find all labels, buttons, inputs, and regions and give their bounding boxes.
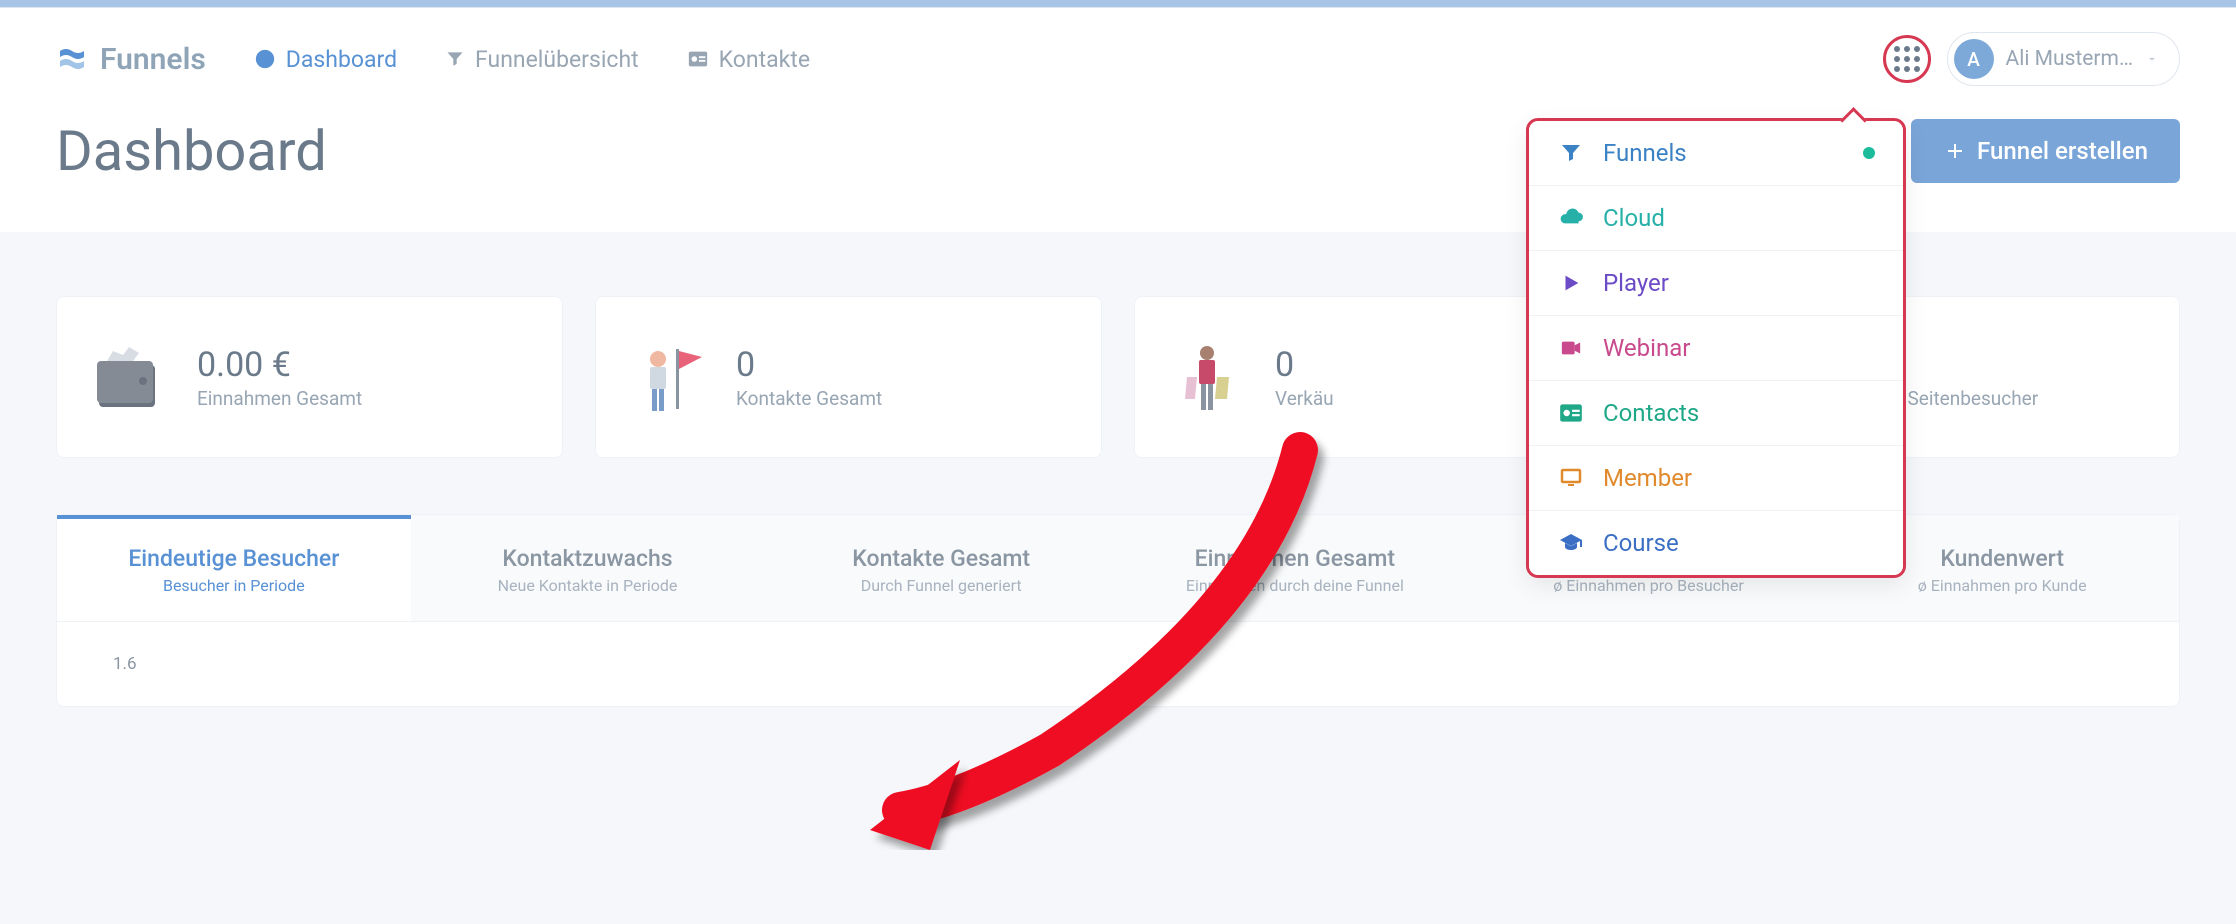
- tab-title: Kontaktzuwachs: [427, 545, 749, 572]
- header: Funnels Dashboard Funnelübersicht Kontak…: [0, 8, 2236, 110]
- app-item-player[interactable]: Player: [1529, 251, 1903, 316]
- tab-sub: ø Einnahmen pro Besucher: [1488, 576, 1810, 595]
- stat-value: 0: [736, 345, 882, 385]
- stat-label: Verkäu: [1275, 387, 1334, 410]
- y-axis-tick: 1.6: [113, 654, 2123, 674]
- tab-title: Eindeutige Besucher: [73, 545, 395, 572]
- contacts-icon: [687, 49, 709, 69]
- app-item-webinar[interactable]: Webinar: [1529, 316, 1903, 381]
- brand-name: Funnels: [100, 42, 206, 77]
- brand-logo-icon: [56, 43, 88, 75]
- tab-sub: ø Einnahmen pro Kunde: [1841, 576, 2163, 595]
- app-item-cloud[interactable]: Cloud: [1529, 186, 1903, 251]
- gauge-icon: [254, 48, 276, 70]
- stat-label: Einnahmen Gesamt: [197, 387, 362, 410]
- active-indicator: [1863, 147, 1875, 159]
- stat-value: 0: [1275, 345, 1334, 385]
- nav-overview[interactable]: Funnelübersicht: [445, 46, 639, 73]
- main-nav: Dashboard Funnelübersicht Kontakte: [254, 46, 810, 73]
- wallet-illustration: [89, 337, 169, 417]
- create-btn-label: Funnel erstellen: [1977, 137, 2148, 165]
- plus-icon: [1943, 139, 1967, 163]
- header-right: A Ali Musterm…: [1883, 32, 2180, 86]
- id-card-icon: [1557, 399, 1585, 427]
- cloud-icon: [1557, 204, 1585, 232]
- tab-sub: Besucher in Periode: [73, 576, 395, 595]
- funnel-icon: [1557, 139, 1585, 167]
- tab-contact-growth[interactable]: Kontaktzuwachs Neue Kontakte in Periode: [411, 515, 765, 621]
- shopper-illustration: [1167, 337, 1247, 417]
- tab-visitors[interactable]: Eindeutige Besucher Besucher in Periode: [57, 515, 411, 621]
- nav-dashboard[interactable]: Dashboard: [254, 46, 397, 73]
- nav-label: Funnelübersicht: [475, 46, 639, 73]
- apps-launcher-button[interactable]: [1883, 35, 1931, 83]
- app-label: Player: [1603, 269, 1669, 297]
- app-item-contacts[interactable]: Contacts: [1529, 381, 1903, 446]
- video-icon: [1557, 334, 1585, 362]
- page-title: Dashboard: [56, 118, 327, 184]
- app-item-member[interactable]: Member: [1529, 446, 1903, 511]
- tab-title: Einnahmen Gesamt: [1134, 545, 1456, 572]
- app-label: Member: [1603, 464, 1692, 492]
- app-label: Funnels: [1603, 139, 1687, 167]
- person-flag-illustration: [628, 337, 708, 417]
- tab-revenue-total[interactable]: Einnahmen Gesamt Einnahmen durch deine F…: [1118, 515, 1472, 621]
- app-item-funnels[interactable]: Funnels: [1529, 121, 1903, 186]
- chevron-down-icon: [2145, 52, 2159, 66]
- stat-value: 0.00 €: [197, 345, 362, 385]
- brand-logo: Funnels: [56, 42, 206, 77]
- tab-sub: Durch Funnel generiert: [780, 576, 1102, 595]
- user-menu[interactable]: A Ali Musterm…: [1947, 32, 2180, 86]
- app-label: Contacts: [1603, 399, 1699, 427]
- tab-sub: Neue Kontakte in Periode: [427, 576, 749, 595]
- app-item-course[interactable]: Course: [1529, 511, 1903, 575]
- stat-card-revenue: 0.00 € Einnahmen Gesamt: [56, 296, 563, 458]
- user-name: Ali Musterm…: [2006, 47, 2133, 71]
- nav-label: Dashboard: [286, 46, 397, 73]
- app-label: Cloud: [1603, 204, 1665, 232]
- avatar: A: [1954, 39, 1994, 79]
- app-label: Webinar: [1603, 334, 1690, 362]
- apps-dropdown: Funnels Cloud Player Webinar Contacts Me…: [1526, 118, 1906, 578]
- nav-label: Kontakte: [719, 46, 810, 73]
- nav-contacts[interactable]: Kontakte: [687, 46, 810, 73]
- tab-sub: Einnahmen durch deine Funnel: [1134, 576, 1456, 595]
- tab-contacts-total[interactable]: Kontakte Gesamt Durch Funnel generiert: [764, 515, 1118, 621]
- tab-title: Kontakte Gesamt: [780, 545, 1102, 572]
- top-bar: [0, 0, 2236, 8]
- funnel-icon: [445, 49, 465, 69]
- graduation-cap-icon: [1557, 529, 1585, 557]
- create-funnel-button[interactable]: Funnel erstellen: [1911, 119, 2180, 183]
- stat-card-contacts: 0 Kontakte Gesamt: [595, 296, 1102, 458]
- monitor-icon: [1557, 464, 1585, 492]
- stat-label: Kontakte Gesamt: [736, 387, 882, 410]
- chart-body: 1.6: [57, 622, 2179, 706]
- play-icon: [1557, 269, 1585, 297]
- apps-grid-icon: [1894, 46, 1920, 72]
- app-label: Course: [1603, 529, 1679, 557]
